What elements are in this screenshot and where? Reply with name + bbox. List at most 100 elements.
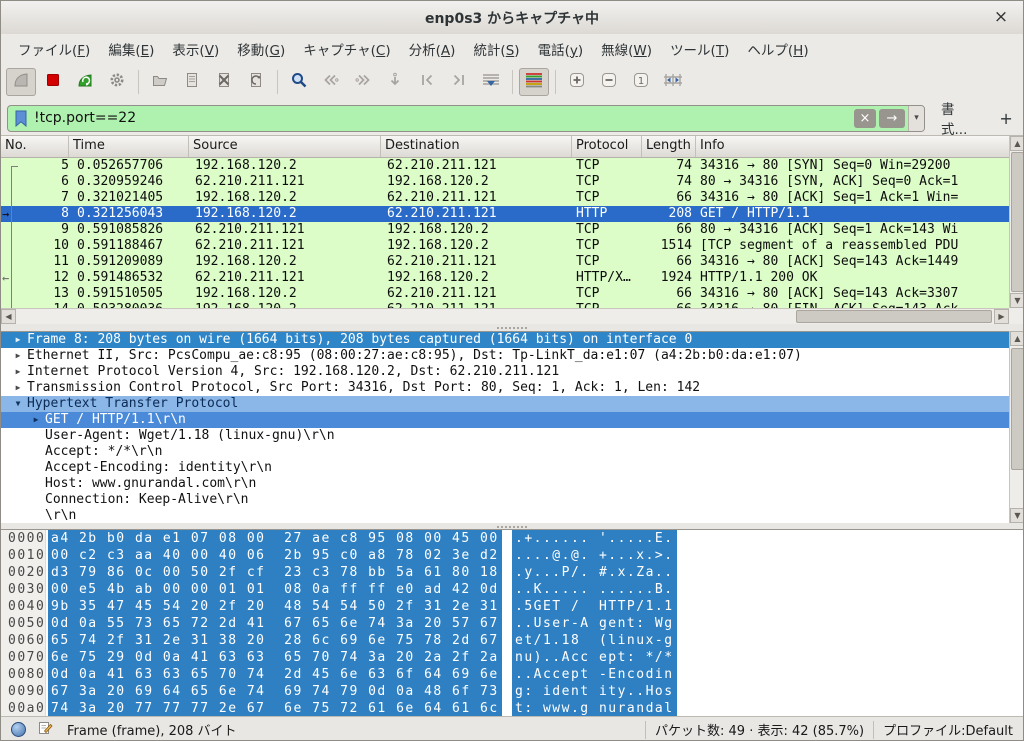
hex-bytes[interactable]: 6e 75 29 0d 0a 41 63 63 65 70 74 3a 20 2…: [48, 649, 502, 666]
go-forward-button[interactable]: [348, 68, 378, 96]
column-header-info[interactable]: Info: [696, 136, 1009, 157]
hex-bytes[interactable]: 65 74 2f 31 2e 31 38 20 28 6c 69 6e 75 7…: [48, 632, 502, 649]
scrollbar-thumb[interactable]: [1011, 152, 1024, 292]
column-header-source[interactable]: Source: [189, 136, 381, 157]
filter-apply-button[interactable]: →: [879, 109, 905, 128]
file-close-button[interactable]: [209, 68, 239, 96]
filter-add-button[interactable]: +: [989, 109, 1022, 128]
zoom-out-button[interactable]: [594, 68, 624, 96]
scroll-down-icon[interactable]: ▼: [1010, 508, 1024, 523]
details-vscrollbar[interactable]: ▲ ▼: [1009, 331, 1024, 523]
hex-row[interactable]: 00800d 0a 41 63 63 65 70 74 2d 45 6e 63 …: [1, 666, 1024, 683]
menu-item-10[interactable]: ヘルプ(H): [738, 35, 817, 63]
file-reload-button[interactable]: [241, 68, 271, 96]
detail-row[interactable]: ▶Frame 8: 208 bytes on wire (1664 bits),…: [1, 332, 1009, 348]
filter-clear-button[interactable]: ×: [854, 109, 876, 128]
scroll-left-icon[interactable]: ◀: [1, 309, 16, 324]
hex-bytes[interactable]: 9b 35 47 45 54 20 2f 20 48 54 54 50 2f 3…: [48, 598, 502, 615]
column-header-length[interactable]: Length: [642, 136, 696, 157]
detail-row[interactable]: ▶GET / HTTP/1.1\r\n: [1, 412, 1009, 428]
go-first-button[interactable]: [412, 68, 442, 96]
column-header-no[interactable]: No.: [1, 136, 69, 157]
menu-item-5[interactable]: 分析(A): [400, 35, 465, 63]
hex-bytes[interactable]: a4 2b b0 da e1 07 08 00 27 ae c8 95 08 0…: [48, 530, 502, 547]
hex-row[interactable]: 006065 74 2f 31 2e 31 38 20 28 6c 69 6e …: [1, 632, 1024, 649]
capture-options-button[interactable]: [102, 68, 132, 96]
menu-item-1[interactable]: 編集(E): [99, 35, 163, 63]
packet-row[interactable]: 100.59118846762.210.211.121192.168.120.2…: [1, 238, 1009, 254]
hex-ascii[interactable]: t: www.g nurandal: [512, 700, 677, 716]
chevron-right-icon[interactable]: ▶: [9, 364, 27, 380]
hex-ascii[interactable]: ..K..... ......B.: [512, 581, 677, 598]
packet-row[interactable]: 90.59108582662.210.211.121192.168.120.2T…: [1, 222, 1009, 238]
hex-row[interactable]: 00500d 0a 55 73 65 72 2d 41 67 65 6e 74 …: [1, 615, 1024, 632]
hex-row[interactable]: 00706e 75 29 0d 0a 41 63 63 65 70 74 3a …: [1, 649, 1024, 666]
chevron-right-icon[interactable]: ▶: [9, 380, 27, 396]
menu-item-8[interactable]: 無線(W): [592, 35, 661, 63]
packet-row[interactable]: 110.591209089192.168.120.262.210.211.121…: [1, 254, 1009, 270]
hex-bytes[interactable]: 00 c2 c3 aa 40 00 40 06 2b 95 c0 a8 78 0…: [48, 547, 502, 564]
menu-item-0[interactable]: ファイル(F): [9, 35, 99, 63]
hex-bytes[interactable]: 74 3a 20 77 77 77 2e 67 6e 75 72 61 6e 6…: [48, 700, 502, 716]
detail-row[interactable]: ▶Transmission Control Protocol, Src Port…: [1, 380, 1009, 396]
packet-row[interactable]: ←120.59148653262.210.211.121192.168.120.…: [1, 270, 1009, 286]
profile-status[interactable]: プロファイル:Default: [883, 720, 1013, 739]
zoom-in-button[interactable]: [562, 68, 592, 96]
pane-splitter-top[interactable]: [1, 324, 1023, 331]
detail-row[interactable]: User-Agent: Wget/1.18 (linux-gnu)\r\n: [1, 428, 1009, 444]
hex-row[interactable]: 00409b 35 47 45 54 20 2f 20 48 54 54 50 …: [1, 598, 1024, 615]
hex-ascii[interactable]: .5GET / HTTP/1.1: [512, 598, 677, 615]
column-header-time[interactable]: Time: [69, 136, 189, 157]
hex-ascii[interactable]: ..User-A gent: Wg: [512, 615, 677, 632]
menu-item-4[interactable]: キャプチャ(C): [294, 35, 399, 63]
detail-row[interactable]: ▶Ethernet II, Src: PcsCompu_ae:c8:95 (08…: [1, 348, 1009, 364]
filter-expression-button[interactable]: 書式...: [935, 95, 973, 141]
go-back-button[interactable]: [316, 68, 346, 96]
detail-row[interactable]: \r\n: [1, 508, 1009, 523]
hex-row[interactable]: 009067 3a 20 69 64 65 6e 74 69 74 79 0d …: [1, 683, 1024, 700]
hex-bytes[interactable]: 0d 0a 41 63 63 65 70 74 2d 45 6e 63 6f 6…: [48, 666, 502, 683]
packet-list-vscrollbar[interactable]: ▲ ▼: [1009, 136, 1024, 324]
detail-row[interactable]: Connection: Keep-Alive\r\n: [1, 492, 1009, 508]
hex-row[interactable]: 001000 c2 c3 aa 40 00 40 06 2b 95 c0 a8 …: [1, 547, 1024, 564]
zoom-original-button[interactable]: 1: [626, 68, 656, 96]
chevron-right-icon[interactable]: ▶: [9, 348, 27, 364]
column-header-protocol[interactable]: Protocol: [572, 136, 642, 157]
file-save-button[interactable]: [177, 68, 207, 96]
column-header-destination[interactable]: Destination: [381, 136, 572, 157]
capture-stop-button[interactable]: [38, 68, 68, 96]
title-bar[interactable]: enp0s3 からキャプチャ中 ×: [1, 1, 1023, 35]
capture-restart-button[interactable]: [70, 68, 100, 96]
chevron-right-icon[interactable]: ▶: [9, 332, 27, 348]
find-packet-button[interactable]: [284, 68, 314, 96]
menu-item-9[interactable]: ツール(T): [661, 35, 738, 63]
display-filter-input[interactable]: [34, 106, 854, 131]
file-open-button[interactable]: [145, 68, 175, 96]
hex-ascii[interactable]: .y...P/. #.x.Za..: [512, 564, 677, 581]
expert-info-icon[interactable]: [11, 722, 26, 737]
hex-row[interactable]: 003000 e5 4b ab 00 00 01 01 08 0a ff ff …: [1, 581, 1024, 598]
menu-item-7[interactable]: 電話(y): [529, 35, 593, 63]
resize-columns-button[interactable]: [658, 68, 688, 96]
chevron-right-icon[interactable]: ▶: [27, 412, 45, 428]
detail-row[interactable]: Accept-Encoding: identity\r\n: [1, 460, 1009, 476]
hex-row[interactable]: 0000a4 2b b0 da e1 07 08 00 27 ae c8 95 …: [1, 530, 1024, 547]
filter-bookmark-button[interactable]: [8, 106, 34, 131]
menu-item-3[interactable]: 移動(G): [228, 35, 294, 63]
scroll-down-icon[interactable]: ▼: [1010, 293, 1024, 308]
hex-bytes[interactable]: 67 3a 20 69 64 65 6e 74 69 74 79 0d 0a 4…: [48, 683, 502, 700]
hex-ascii[interactable]: nu)..Acc ept: */*: [512, 649, 677, 666]
chevron-down-icon[interactable]: ▼: [9, 396, 27, 412]
auto-scroll-button[interactable]: [476, 68, 506, 96]
packet-row[interactable]: 60.32095924662.210.211.121192.168.120.2T…: [1, 174, 1009, 190]
close-icon[interactable]: ×: [991, 7, 1011, 27]
hex-bytes[interactable]: 00 e5 4b ab 00 00 01 01 08 0a ff ff e0 a…: [48, 581, 502, 598]
go-last-button[interactable]: [444, 68, 474, 96]
menu-item-2[interactable]: 表示(V): [163, 35, 228, 63]
hex-ascii[interactable]: g: ident ity..Hos: [512, 683, 677, 700]
packet-row[interactable]: →80.321256043192.168.120.262.210.211.121…: [1, 206, 1009, 222]
hex-bytes[interactable]: d3 79 86 0c 00 50 2f cf 23 c3 78 bb 5a 6…: [48, 564, 502, 581]
filter-history-dropdown[interactable]: ▾: [908, 106, 924, 131]
scrollbar-thumb[interactable]: [1011, 348, 1024, 470]
packet-row[interactable]: 50.052657706192.168.120.262.210.211.121T…: [1, 158, 1009, 174]
